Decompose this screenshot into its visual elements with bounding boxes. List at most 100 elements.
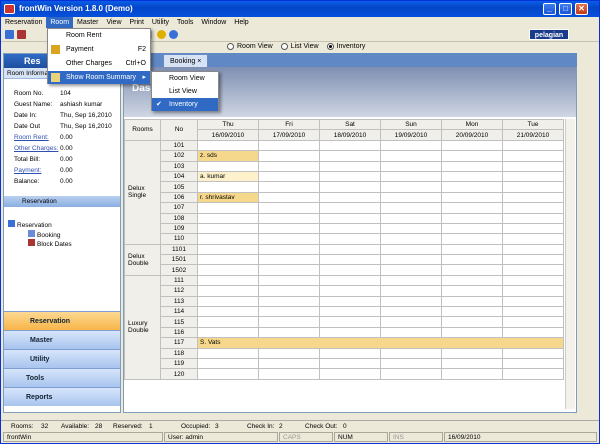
inventory-cell[interactable] [502,212,564,224]
menu-reservation[interactable]: Reservation [1,17,46,28]
inventory-cell[interactable] [319,181,381,193]
inventory-cell[interactable] [502,316,564,328]
inventory-cell[interactable] [319,212,381,224]
inventory-cell[interactable] [380,326,442,339]
menu-master[interactable]: Master [73,17,102,28]
inventory-cell[interactable] [380,212,442,224]
maximize-button[interactable]: □ [559,3,572,15]
room-number-cell[interactable]: 105 [160,181,198,193]
inventory-cell[interactable] [197,233,259,245]
booking-cell[interactable]: r. shrivastav [197,191,259,204]
inventory-cell[interactable] [319,306,381,318]
inventory-cell[interactable] [380,347,442,360]
inventory-cell[interactable] [380,222,442,235]
inventory-cell[interactable] [441,264,503,276]
room-number-cell[interactable]: 109 [160,222,198,235]
room-number-cell[interactable]: 1502 [160,264,198,276]
inventory-cell[interactable] [441,285,503,297]
inventory-cell[interactable] [380,254,442,266]
nav-tools[interactable]: Tools [4,368,120,387]
inventory-cell[interactable] [197,368,259,380]
inventory-cell[interactable] [380,170,442,183]
inventory-cell[interactable] [319,347,381,360]
inventory-cell[interactable] [441,181,503,193]
inventory-cell[interactable] [380,368,442,380]
room-number-cell[interactable]: 118 [160,347,198,360]
inventory-cell[interactable] [380,160,442,172]
inventory-cell[interactable] [319,357,381,370]
inventory-cell[interactable] [258,191,320,204]
inventory-cell[interactable] [319,254,381,266]
inventory-cell[interactable] [258,264,320,276]
inventory-cell[interactable] [441,295,503,308]
inventory-cell[interactable] [319,139,381,152]
nav-reports[interactable]: Reports [4,387,120,406]
inventory-cell[interactable] [502,181,564,193]
inventory-cell[interactable] [258,347,320,360]
tree-item-booking[interactable]: Booking [28,230,61,239]
inventory-cell[interactable] [197,212,259,224]
inventory-cell[interactable] [441,326,503,339]
inventory-cell[interactable] [441,160,503,172]
inventory-cell[interactable] [380,139,442,152]
inventory-cell[interactable] [197,222,259,235]
inventory-cell[interactable] [197,285,259,297]
inventory-cell[interactable] [319,274,381,287]
inventory-cell[interactable] [502,285,564,297]
inventory-cell[interactable] [441,357,503,370]
inventory-cell[interactable] [441,347,503,360]
inventory-cell[interactable] [258,306,320,318]
menu-window[interactable]: Window [197,17,230,28]
menu-room[interactable]: Room [46,17,74,28]
inventory-cell[interactable] [197,181,259,193]
inventory-cell[interactable] [380,306,442,318]
minimize-button[interactable]: _ [543,3,556,15]
inventory-cell[interactable] [197,347,259,360]
inventory-cell[interactable] [258,202,320,214]
tree-root[interactable]: Reservation [8,220,52,229]
inventory-cell[interactable] [441,191,503,204]
inventory-cell[interactable] [441,139,503,152]
inventory-cell[interactable] [197,254,259,266]
nav-master[interactable]: Master [4,330,120,349]
menu-item-other-charges[interactable]: Other Charges Ctrl+O [48,57,150,70]
room-number-cell[interactable]: 113 [160,295,198,308]
close-tab-icon[interactable]: × [197,58,201,65]
inventory-cell[interactable] [197,316,259,328]
room-number-cell[interactable]: 103 [160,160,198,172]
inventory-cell[interactable] [380,295,442,308]
tab-booking[interactable]: Booking × [163,54,209,67]
inventory-cell[interactable] [258,181,320,193]
inventory-cell[interactable] [258,254,320,266]
inventory-cell[interactable] [319,160,381,172]
inventory-cell[interactable] [441,233,503,245]
room-number-cell[interactable]: 112 [160,285,198,297]
room-number-cell[interactable]: 111 [160,274,198,287]
room-number-cell[interactable]: 101 [160,139,198,152]
menu-view[interactable]: View [102,17,125,28]
inventory-cell[interactable] [380,181,442,193]
inventory-cell[interactable] [258,326,320,339]
inventory-cell[interactable] [197,357,259,370]
room-number-cell[interactable]: 114 [160,306,198,318]
booking-cell[interactable]: a. kumar [197,170,259,183]
bag-icon[interactable] [17,30,26,39]
inventory-cell[interactable] [502,264,564,276]
menu-item-room-rent[interactable]: Room Rent [48,29,150,42]
inventory-cell[interactable] [258,222,320,235]
edit-icon[interactable] [5,30,14,39]
inventory-cell[interactable] [502,357,564,370]
inventory-cell[interactable] [319,150,381,162]
option-inventory[interactable]: Inventory [326,43,365,50]
room-number-cell[interactable]: 108 [160,212,198,224]
inventory-cell[interactable] [258,233,320,245]
inventory-cell[interactable] [319,243,381,256]
inventory-cell[interactable] [502,326,564,339]
inventory-cell[interactable] [258,368,320,380]
inventory-cell[interactable] [258,139,320,152]
inventory-cell[interactable] [319,233,381,245]
inventory-cell[interactable] [441,243,503,256]
inventory-cell[interactable] [319,170,381,183]
menu-item-show-room-summary[interactable]: Show Room Summary ▸ [48,71,150,84]
inventory-cell[interactable] [319,295,381,308]
